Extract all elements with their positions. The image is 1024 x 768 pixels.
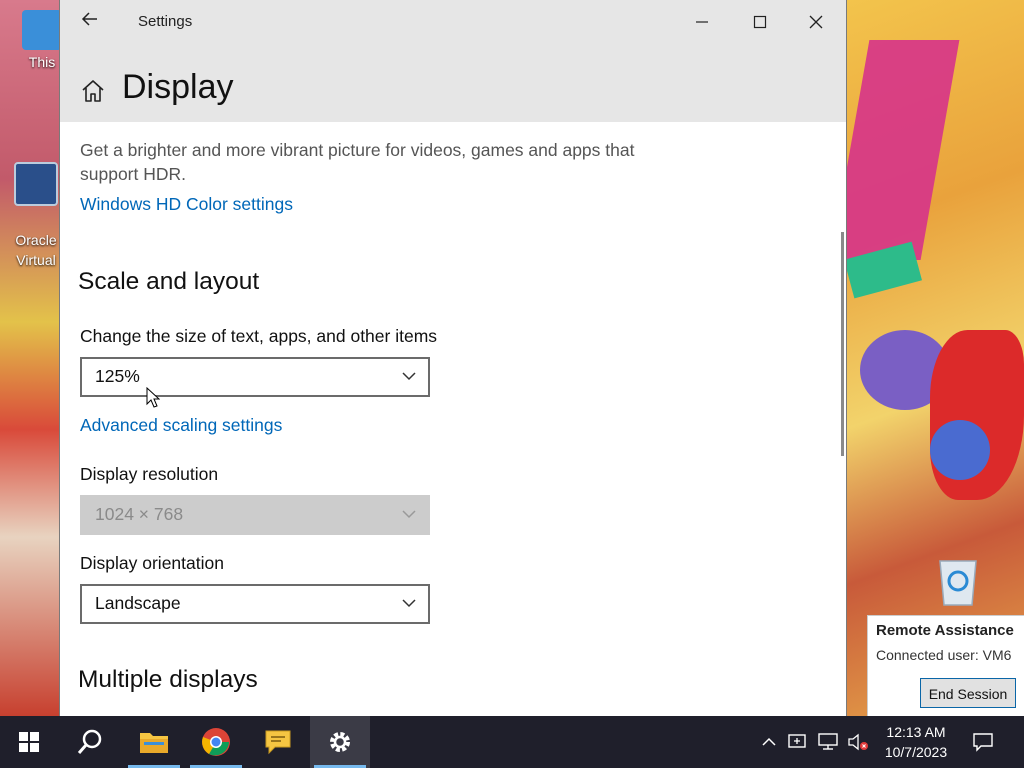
settings-window: Settings Display Get a brighter and more… [59, 0, 847, 716]
chevron-down-icon [402, 372, 416, 381]
hdr-description: Get a brighter and more vibrant picture … [80, 140, 635, 184]
chrome-icon [202, 728, 230, 756]
tray-network-icon[interactable] [816, 716, 840, 768]
scale-value: 125% [95, 366, 140, 386]
page-header: Display [60, 44, 846, 122]
scale-dropdown[interactable]: 125% [80, 357, 430, 397]
back-arrow-icon [81, 12, 97, 26]
tray-remote-icon[interactable] [786, 716, 810, 768]
window-title: Settings [138, 13, 193, 30]
scrollbar-thumb[interactable] [841, 232, 844, 456]
chevron-down-icon [402, 599, 416, 608]
clock-date: 10/7/2023 [884, 744, 948, 760]
remote-desktop-icon [788, 734, 806, 748]
hd-color-settings-link[interactable]: Windows HD Color settings [80, 194, 293, 215]
search-button[interactable] [60, 716, 120, 768]
taskbar-chrome[interactable] [186, 716, 246, 768]
taskbar-settings[interactable] [310, 716, 370, 768]
resolution-label: Display resolution [80, 464, 219, 484]
resolution-value: 1024 × 768 [95, 504, 184, 524]
start-button[interactable] [0, 716, 58, 768]
title-bar: Settings [60, 0, 846, 44]
virtualbox-icon [14, 162, 58, 206]
resolution-dropdown[interactable]: 1024 × 768 [80, 495, 430, 535]
taskbar: 12:13 AM 10/7/2023 [0, 716, 1024, 768]
settings-content: Get a brighter and more vibrant picture … [60, 122, 846, 716]
close-button[interactable] [788, 0, 844, 44]
computer-icon [22, 10, 62, 50]
maximize-icon [753, 15, 767, 29]
taskbar-clock[interactable]: 12:13 AM 10/7/2023 [876, 722, 956, 762]
end-session-button[interactable]: End Session [920, 678, 1016, 708]
windows-logo-icon [19, 732, 39, 752]
network-icon [818, 733, 838, 750]
tray-volume-icon[interactable] [846, 716, 870, 768]
taskbar-chat-app[interactable] [248, 716, 308, 768]
minimize-button[interactable] [674, 0, 730, 44]
advanced-scaling-link[interactable]: Advanced scaling settings [80, 415, 282, 436]
minimize-icon [696, 21, 708, 23]
folder-icon [140, 733, 168, 753]
notification-icon [973, 733, 993, 752]
volume-muted-icon [848, 733, 868, 751]
connected-user-text: Connected user: VM6 [876, 647, 1012, 663]
show-hidden-icons-button[interactable] [758, 716, 780, 768]
home-icon[interactable] [80, 78, 106, 104]
section-multiple-displays: Multiple displays [78, 666, 258, 693]
section-scale-layout: Scale and layout [78, 268, 260, 295]
taskbar-file-explorer[interactable] [124, 716, 184, 768]
chevron-down-icon [402, 510, 416, 519]
mouse-cursor-icon [146, 387, 160, 408]
remote-assistance-title: Remote Assistance [876, 622, 1014, 639]
recycle-bin-icon[interactable] [934, 553, 982, 607]
close-icon [809, 15, 823, 29]
wallpaper-left [0, 0, 60, 716]
chevron-up-icon [762, 737, 776, 746]
search-icon [77, 729, 102, 754]
back-button[interactable] [78, 10, 102, 34]
clock-time: 12:13 AM [886, 724, 946, 740]
desktop-icon-virtualbox[interactable]: Oracle Virtual [8, 142, 64, 270]
desktop-icon-label: Oracle Virtual [15, 232, 57, 268]
scale-label: Change the size of text, apps, and other… [80, 326, 438, 346]
page-title: Display [122, 68, 234, 106]
orientation-dropdown[interactable]: Landscape [80, 584, 430, 624]
orientation-label: Display orientation [80, 553, 224, 573]
chat-bubble-icon [265, 730, 291, 755]
orientation-value: Landscape [95, 593, 181, 613]
maximize-button[interactable] [732, 0, 788, 44]
wallpaper-shape [930, 420, 990, 480]
remote-assistance-panel: Remote Assistance Connected user: VM6 En… [867, 615, 1024, 718]
action-center-button[interactable] [968, 716, 998, 768]
desktop-icon-label: This [28, 54, 56, 70]
gear-icon [330, 732, 350, 752]
